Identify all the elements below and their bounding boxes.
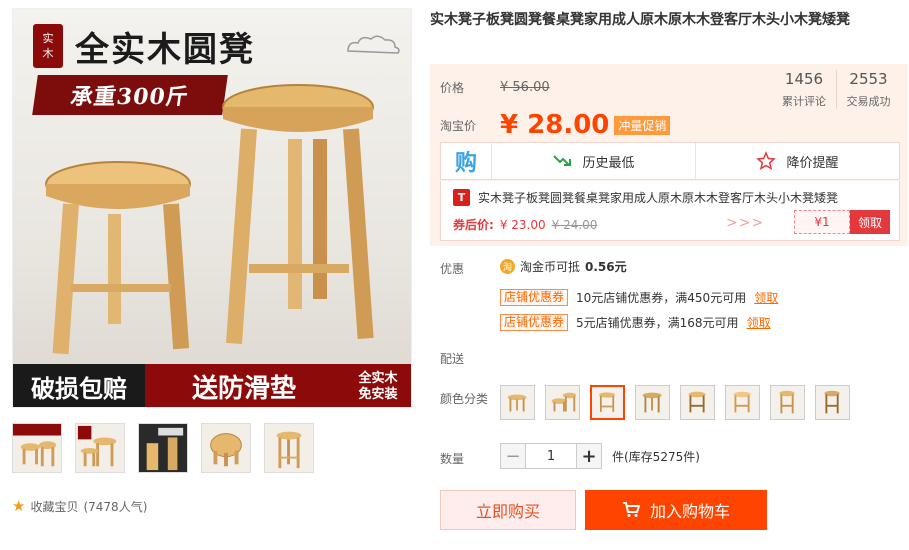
coupon-value: ¥1 (794, 210, 850, 234)
color-option-8[interactable] (815, 385, 850, 420)
seal-char-2: 木 (42, 47, 54, 60)
bottom-promo-banner: 破损包赔 送防滑垫 全实木 免安装 (13, 364, 411, 407)
color-option-3[interactable] (590, 385, 625, 420)
cart-icon (622, 502, 640, 517)
thumbnail-list (12, 423, 314, 473)
shop-coupon-text: 10元店铺优惠券，满450元可用 (576, 291, 747, 305)
gou-icon: 购 (454, 151, 477, 176)
shop-coupon-1: 店铺优惠券 10元店铺优惠券，满450元可用 领取 (500, 289, 778, 306)
deal-count: 2553 (849, 70, 888, 88)
taobao-price-row: 淘宝价 ¥ 28.00 冲量促销 (440, 110, 671, 140)
coupon-get-button[interactable]: 领取 (850, 210, 890, 234)
original-price-row: 价格 ¥ 56.00 (440, 79, 550, 96)
thumbnail-5[interactable] (264, 423, 314, 473)
price-tools-bar: 购 历史最低 降价提醒 (440, 142, 900, 180)
quantity-stepper: − 1 + 件(库存5275件) (500, 443, 700, 469)
price-label: 价格 (440, 81, 465, 95)
banner-title-band: 实 木 全实木圆凳 (33, 21, 333, 71)
coupon-card: T 实木凳子板凳圆凳餐桌凳家用成人原木原木木登客厅木头小木凳矮凳 券后价: ¥ … (440, 181, 900, 241)
trend-down-icon (553, 155, 572, 166)
shop-coupon-get-link[interactable]: 领取 (747, 314, 771, 331)
damage-compensation-label: 破损包赔 (13, 364, 145, 407)
coupon-price-row: 券后价: ¥ 23.00 ¥ 24.00 (453, 216, 597, 233)
star-outline-icon (756, 151, 777, 171)
stools-illustration (45, 84, 374, 355)
quantity-minus-button[interactable]: − (500, 443, 526, 469)
tmall-badge-icon: T (453, 189, 470, 206)
taojinbi-row: 淘 淘金币可抵 0.56元 (500, 258, 627, 275)
solid-wood-text: 全实木 (358, 370, 398, 386)
stock-text: 件(库存5275件) (612, 449, 700, 464)
add-to-cart-label: 加入购物车 (649, 502, 730, 521)
banner-title: 全实木圆凳 (75, 29, 255, 70)
shop-coupon-get-link[interactable]: 领取 (754, 289, 778, 306)
shop-coupon-tag: 店铺优惠券 (500, 289, 569, 306)
current-price: ¥ 28.00 (500, 110, 610, 140)
history-low-label: 历史最低 (582, 155, 635, 171)
no-install-text: 免安装 (358, 386, 398, 402)
main-product-image: 实 木 全实木圆凳 承重300斤 破损包赔 送防滑垫 全实木 免安装 (12, 8, 412, 408)
promo-label: 优惠 (440, 262, 465, 276)
favorite-label: 收藏宝贝 (30, 499, 79, 514)
price-alert-label: 降价提醒 (786, 155, 839, 171)
color-option-2[interactable] (545, 385, 580, 420)
deal-count-stat[interactable]: 2553 交易成功 (836, 70, 900, 109)
taojinbi-icon: 淘 (500, 259, 515, 274)
thumbnail-1[interactable] (12, 423, 62, 473)
favorite-button[interactable]: ★ 收藏宝贝 (7478人气) (12, 497, 147, 515)
delivery-label: 配送 (440, 352, 465, 366)
review-count: 1456 (784, 70, 824, 88)
buy-now-button[interactable]: 立即购买 (440, 490, 576, 530)
color-option-7[interactable] (770, 385, 805, 420)
cloud-ornament-icon (347, 35, 400, 54)
thumbnail-2[interactable] (75, 423, 125, 473)
color-options (500, 385, 850, 420)
review-count-stat[interactable]: 1456 累计评论 (772, 70, 836, 109)
thumbnail-3[interactable] (138, 423, 188, 473)
taobao-price-label: 淘宝价 (440, 118, 477, 133)
shop-coupon-tag: 店铺优惠券 (500, 314, 569, 331)
thumbnail-4[interactable] (201, 423, 251, 473)
sales-stats: 1456 累计评论 2553 交易成功 (772, 70, 900, 109)
history-low-button[interactable]: 历史最低 (491, 143, 695, 179)
solid-wood-label: 全实木 免安装 (343, 364, 411, 407)
shop-coupon-text: 5元店铺优惠券，满168元可用 (576, 316, 739, 330)
add-to-cart-button[interactable]: 加入购物车 (585, 490, 767, 530)
original-price: ¥ 56.00 (500, 80, 550, 95)
color-option-6[interactable] (725, 385, 760, 420)
favorite-count: (7478人气) (83, 499, 148, 514)
after-coupon-price: ¥ 23.00 (499, 217, 546, 232)
quantity-plus-button[interactable]: + (576, 443, 602, 469)
promo-tag: 冲量促销 (614, 115, 671, 135)
arrows-icon: >>> (726, 215, 765, 231)
quantity-input[interactable]: 1 (526, 443, 576, 469)
coupon-title-row: T 实木凳子板凳圆凳餐桌凳家用成人原木原木木登客厅木头小木凳矮凳 (453, 189, 838, 206)
review-count-label: 累计评论 (782, 95, 826, 108)
deal-count-label: 交易成功 (846, 95, 891, 108)
free-pad-label: 送防滑垫 (145, 364, 343, 407)
color-option-4[interactable] (635, 385, 670, 420)
taojinbi-text: 淘金币可抵 (520, 260, 581, 274)
before-coupon-price: ¥ 24.00 (551, 217, 598, 232)
star-icon: ★ (12, 497, 26, 515)
seal-logo: 实 木 (33, 24, 63, 68)
color-option-5[interactable] (680, 385, 715, 420)
seal-char-1: 实 (42, 32, 54, 45)
shop-coupon-2: 店铺优惠券 5元店铺优惠券，满168元可用 领取 (500, 314, 771, 331)
price-panel: 价格 ¥ 56.00 淘宝价 ¥ 28.00 冲量促销 1456 累计评论 25… (430, 64, 908, 246)
price-alert-button[interactable]: 降价提醒 (695, 143, 899, 179)
after-coupon-label: 券后价: (453, 218, 494, 232)
quantity-label: 数量 (440, 452, 465, 466)
color-option-1[interactable] (500, 385, 535, 420)
product-title: 实木凳子板凳圆凳餐桌凳家用成人原木原木木登客厅木头小木凳矮凳 (430, 12, 850, 28)
coupon-product-title: 实木凳子板凳圆凳餐桌凳家用成人原木原木木登客厅木头小木凳矮凳 (478, 191, 839, 205)
color-label: 颜色分类 (440, 392, 489, 406)
taojinbi-value: 0.56元 (585, 260, 627, 274)
